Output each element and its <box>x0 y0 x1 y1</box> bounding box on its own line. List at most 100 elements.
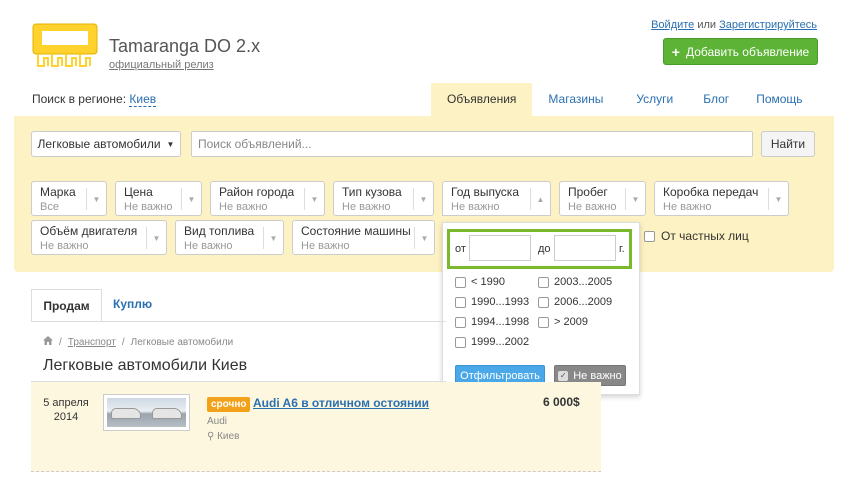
year-range-inputs: от до г. <box>447 229 632 269</box>
chevron-down-icon: ▼ <box>625 188 645 210</box>
filter-label: Коробка передач <box>663 185 759 199</box>
filter-label: Цена <box>124 185 153 199</box>
year-option-label: < 1990 <box>471 276 505 288</box>
filter-value: Не важно <box>184 240 233 252</box>
filter-fuel-type[interactable]: Вид топлива Не важно ▼ <box>175 220 284 255</box>
checkbox-icon[interactable] <box>455 316 466 328</box>
year-option-label: 1990...1993 <box>471 296 530 308</box>
filter-label: Тип кузова <box>342 185 402 199</box>
filter-transmission[interactable]: Коробка передач Не важно ▼ <box>654 181 789 216</box>
filter-year[interactable]: Год выпуска Не важно ▲ <box>442 181 551 216</box>
nav-tab-help[interactable]: Помощь <box>742 83 816 116</box>
site-title: Tamaranga DO 2.x <box>109 36 261 56</box>
nav-tab-shops[interactable]: Магазины <box>532 83 619 116</box>
private-sellers-checkbox[interactable]: От частных лиц <box>644 229 749 243</box>
add-listing-button[interactable]: + Добавить объявление <box>663 38 818 65</box>
breadcrumb-current: Легковые автомобили <box>130 336 234 348</box>
filter-condition[interactable]: Состояние машины Не важно ▼ <box>292 220 435 255</box>
year-option-label: > 2009 <box>554 316 588 328</box>
year-option[interactable]: 1994...1998 <box>455 316 529 328</box>
year-option[interactable]: 1999...2002 <box>455 336 529 348</box>
chevron-down-icon: ▼ <box>413 188 433 210</box>
year-option[interactable]: 2006...2009 <box>538 296 612 308</box>
checkbox-icon[interactable] <box>455 276 466 288</box>
listing-thumbnail[interactable] <box>103 394 190 431</box>
breadcrumb-separator: / <box>59 336 62 348</box>
chevron-down-icon: ▼ <box>146 227 166 249</box>
search-input[interactable]: Поиск объявлений... <box>191 131 753 157</box>
nav-tab-blog[interactable]: Блог <box>690 83 742 116</box>
nav-tab-listings[interactable]: Объявления <box>431 83 533 116</box>
chevron-down-icon: ▼ <box>263 227 283 249</box>
home-icon[interactable] <box>43 336 53 348</box>
year-option-label: 2006...2009 <box>554 296 613 308</box>
chevron-down-icon: ▼ <box>86 188 106 210</box>
caret-down-icon: ▼ <box>166 139 175 149</box>
year-option-label: 1994...1998 <box>471 316 530 328</box>
add-listing-label: Добавить объявление <box>685 44 810 59</box>
filter-label: Вид топлива <box>184 224 255 238</box>
site-subtitle[interactable]: официальный релиз <box>109 59 214 71</box>
page-title: Легковые автомобили Киев <box>43 357 248 374</box>
filter-label: Объём двигателя <box>40 224 138 238</box>
year-to-input[interactable] <box>554 235 616 261</box>
filter-engine-volume[interactable]: Объём двигателя Не важно ▼ <box>31 220 167 255</box>
listing-brand: Audi <box>207 416 228 427</box>
filter-value: Не важно <box>124 201 173 213</box>
filter-value: Не важно <box>301 240 350 252</box>
auth-links: Войдите или Зарегистрируйтесь <box>651 19 817 31</box>
chevron-down-icon: ▼ <box>181 188 201 210</box>
breadcrumb-separator: / <box>121 336 125 348</box>
checkbox-icon[interactable] <box>644 230 655 242</box>
plus-icon: + <box>671 43 680 60</box>
filter-label: Марка <box>40 185 76 199</box>
tab-buy[interactable]: Куплю <box>113 297 152 311</box>
listing-city: Киев <box>217 431 240 442</box>
year-option-label: 2003...2005 <box>554 276 613 288</box>
filter-value: Не важно <box>219 201 268 213</box>
nav-tab-services[interactable]: Услуги <box>619 83 690 116</box>
region-selector: Поиск в регионе: Киев <box>32 92 157 107</box>
category-label: Легковые автомобили <box>37 137 161 151</box>
year-from-label: от <box>455 243 466 255</box>
logo-icon[interactable] <box>32 23 98 69</box>
listing-date-year: 2014 <box>53 411 79 423</box>
tab-sell[interactable]: Продам <box>31 289 102 322</box>
year-unit-label: г. <box>619 243 625 255</box>
filter-value: Не важно <box>451 201 500 213</box>
region-value-link[interactable]: Киев <box>129 92 157 107</box>
checkbox-icon[interactable] <box>455 336 466 348</box>
checkbox-icon[interactable] <box>538 316 549 328</box>
filter-value: Не важно <box>568 201 617 213</box>
listing-location: ⚲ Киев <box>207 431 239 442</box>
filter-value: Не важно <box>40 240 89 252</box>
filter-district[interactable]: Район города Не важно ▼ <box>210 181 325 216</box>
chevron-down-icon: ▼ <box>768 188 788 210</box>
chevron-up-icon: ▲ <box>530 188 550 210</box>
checkbox-icon[interactable] <box>455 296 466 308</box>
auth-or: или <box>697 19 717 31</box>
year-option[interactable]: 2003...2005 <box>538 276 612 288</box>
filter-body-type[interactable]: Тип кузова Не важно ▼ <box>333 181 434 216</box>
year-option[interactable]: 1990...1993 <box>455 296 529 308</box>
category-select-button[interactable]: Легковые автомобили ▼ <box>31 131 181 157</box>
filter-mileage[interactable]: Пробег Не важно ▼ <box>559 181 646 216</box>
checkbox-icon[interactable] <box>538 296 549 308</box>
year-to-label: до <box>538 243 551 255</box>
listing-title-link[interactable]: Audi A6 в отличном остоянии <box>253 396 429 410</box>
checkbox-icon[interactable] <box>538 276 549 288</box>
breadcrumb-link[interactable]: Транспорт <box>68 337 116 348</box>
filter-brand[interactable]: Марка Все ▼ <box>31 181 107 216</box>
year-option[interactable]: < 1990 <box>455 276 505 288</box>
urgent-badge: срочно <box>207 397 251 412</box>
divider <box>31 321 446 322</box>
register-link[interactable]: Зарегистрируйтесь <box>719 19 817 31</box>
region-label: Поиск в регионе: <box>32 92 127 106</box>
year-from-input[interactable] <box>469 235 531 261</box>
filter-price[interactable]: Цена Не важно ▼ <box>115 181 202 216</box>
login-link[interactable]: Войдите <box>651 19 694 31</box>
listing-date: 5 апреля 2014 <box>31 396 101 424</box>
any-year-label: Не важно <box>573 369 622 382</box>
search-button[interactable]: Найти <box>761 131 815 157</box>
year-option[interactable]: > 2009 <box>538 316 588 328</box>
